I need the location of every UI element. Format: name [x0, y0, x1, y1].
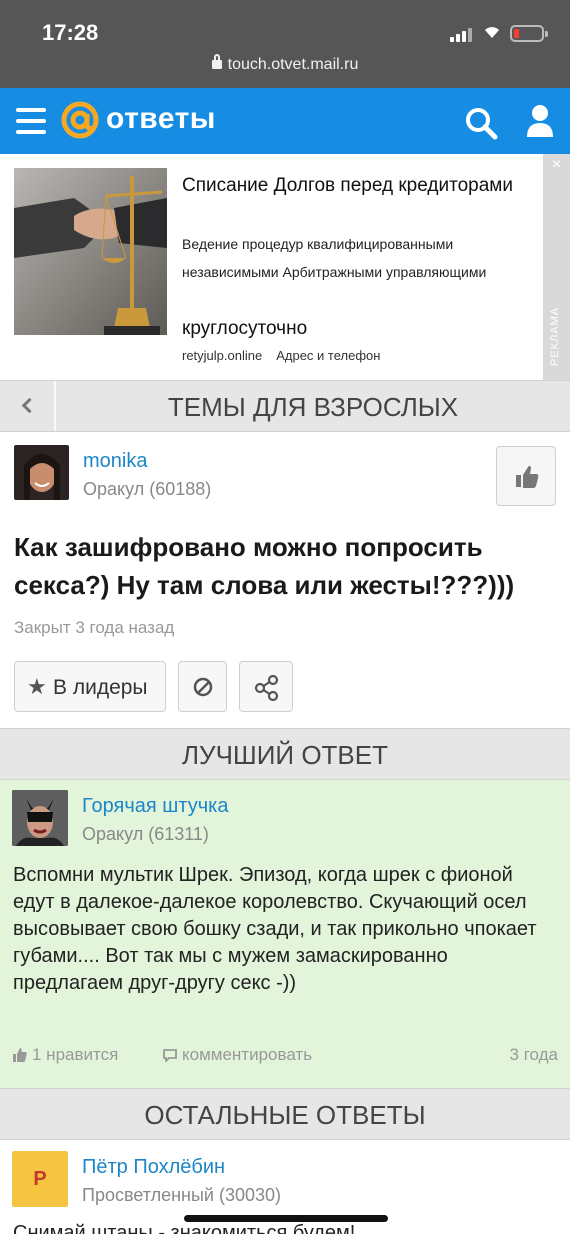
other-answer-author-rank: Просветленный (30030) [82, 1185, 282, 1205]
other-answer-author-name[interactable]: Пётр Похлёбин [82, 1156, 225, 1179]
logo-at-icon[interactable] [60, 100, 100, 140]
ad-contacts-link[interactable]: Адрес и телефон [276, 348, 380, 363]
back-button[interactable] [0, 381, 56, 431]
other-answer-text: Снимай штаны - знакомиться будем! [13, 1222, 356, 1234]
home-indicator[interactable] [184, 1215, 388, 1222]
ad-image[interactable] [14, 168, 167, 335]
best-answer-author-rank: Оракул (61311) [82, 824, 209, 844]
ad-cta[interactable]: круглосуточно [182, 318, 307, 340]
lock-icon [211, 54, 222, 69]
best-answer-likes: 1 нравится [32, 1045, 119, 1064]
category-header: ТЕМЫ ДЛЯ ВЗРОСЛЫХ [0, 380, 570, 432]
best-answer: Горячая штучка Оракул (61311) Вспомни му… [0, 780, 570, 1088]
ad-title[interactable]: Списание Долгов перед кредиторами [182, 172, 522, 200]
share-icon [254, 674, 279, 702]
block-icon [193, 677, 213, 697]
question-author-name[interactable]: monika [83, 450, 147, 473]
ad-close-icon[interactable]: × [543, 156, 570, 174]
chevron-left-icon [21, 397, 38, 414]
question-author-avatar[interactable] [14, 445, 69, 500]
battery-icon [510, 25, 548, 42]
report-button[interactable] [178, 661, 227, 712]
best-answer-text: Вспомни мультик Шрек. Эпизод, когда шрек… [13, 864, 537, 994]
best-answer-like[interactable]: 1 нравится [13, 1045, 118, 1065]
status-bar: 17:28 touch.otvet.mail.ru [0, 0, 570, 88]
best-answer-comment-label: комментировать [182, 1045, 313, 1064]
user-icon[interactable] [524, 104, 556, 138]
ad-banner[interactable]: Списание Долгов перед кредиторами Ведени… [0, 154, 570, 380]
question-title: Как зашифровано можно попросить секса?) … [14, 532, 515, 600]
like-button[interactable] [496, 446, 556, 506]
address-url: touch.otvet.mail.ru [227, 56, 359, 73]
other-answers-header: ОСТАЛЬНЫЕ ОТВЕТЫ [0, 1088, 570, 1140]
app-header: ответы [0, 88, 570, 154]
thumbs-up-icon [516, 465, 539, 488]
ad-side-strip: × РЕКЛАМА [543, 154, 570, 380]
question-status: Закрыт 3 года назад [14, 618, 175, 637]
category-title[interactable]: ТЕМЫ ДЛЯ ВЗРОСЛЫХ [56, 381, 570, 431]
address-bar[interactable]: touch.otvet.mail.ru [0, 54, 570, 74]
best-answer-footer: 1 нравится комментировать 3 года [13, 1045, 558, 1069]
ad-domain[interactable]: retyjulp.online [182, 348, 262, 363]
star-icon: ★ [27, 674, 47, 699]
cellular-signal-icon [450, 26, 472, 42]
other-answer-author-avatar[interactable]: Р [12, 1151, 68, 1207]
wifi-icon [485, 27, 499, 38]
thumbs-up-icon [13, 1048, 27, 1062]
search-icon[interactable] [464, 106, 498, 140]
comment-icon [163, 1049, 177, 1062]
menu-icon[interactable] [16, 108, 46, 134]
best-answer-comment[interactable]: комментировать [163, 1045, 312, 1065]
best-answer-author-avatar[interactable] [12, 790, 68, 846]
ad-description: Ведение процедур квалифицированными неза… [182, 236, 487, 280]
clock: 17:28 [42, 20, 99, 45]
ad-footer: retyjulp.online Адрес и телефон [182, 348, 394, 363]
best-answer-time: 3 года [509, 1045, 558, 1064]
best-answer-author-name[interactable]: Горячая штучка [82, 795, 228, 818]
share-button[interactable] [239, 661, 293, 712]
question-author-rank: Оракул (60188) [83, 479, 212, 499]
logo-text[interactable]: ответы [106, 102, 216, 136]
to-leaders-button[interactable]: ★ В лидеры [14, 661, 166, 712]
to-leaders-label: В лидеры [53, 676, 148, 699]
ad-label: РЕКЛАМА [549, 306, 561, 366]
best-answer-header: ЛУЧШИЙ ОТВЕТ [0, 728, 570, 780]
